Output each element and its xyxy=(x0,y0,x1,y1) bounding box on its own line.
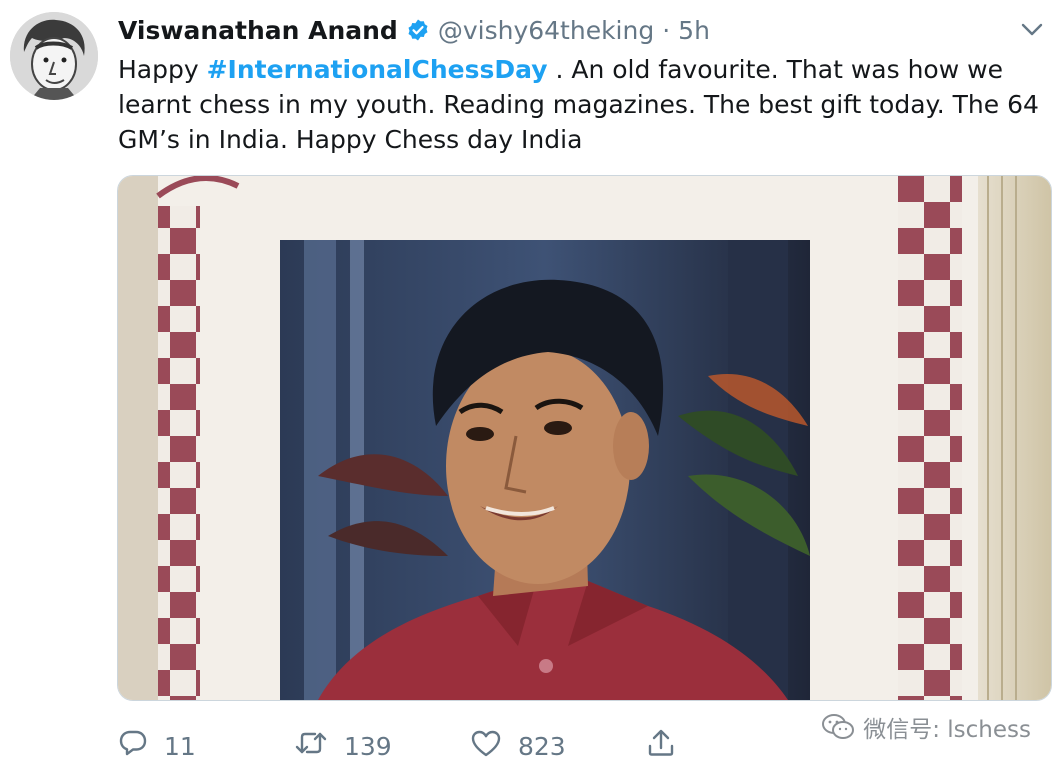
chevron-down-icon[interactable] xyxy=(1017,18,1047,42)
retweet-button[interactable]: 139 xyxy=(294,728,470,764)
like-button[interactable]: 823 xyxy=(470,728,646,764)
reply-icon xyxy=(118,728,148,764)
author-name[interactable]: Viswanathan Anand xyxy=(118,16,398,45)
separator-dot: · xyxy=(662,15,671,45)
watermark-text: 微信号: lschess xyxy=(863,717,1031,743)
tweet-header: Viswanathan Anand @vishy64theking · 5h xyxy=(118,12,710,48)
reply-count: 11 xyxy=(164,731,196,761)
retweet-count: 139 xyxy=(344,731,392,761)
share-button[interactable] xyxy=(646,728,676,764)
avatar[interactable] xyxy=(10,12,98,100)
verified-badge-icon xyxy=(406,18,430,42)
reply-button[interactable]: 11 xyxy=(118,728,294,764)
hashtag-link[interactable]: #InternationalChessDay xyxy=(207,55,548,84)
tweet-photo[interactable] xyxy=(117,175,1052,701)
tweet-text: Happy #InternationalChessDay . An old fa… xyxy=(118,52,1048,157)
tweet-text-before: Happy xyxy=(118,55,207,84)
avatar-caricature xyxy=(10,12,98,100)
wechat-watermark: 微信号: lschess xyxy=(821,710,1031,744)
like-icon xyxy=(470,728,502,764)
author-handle[interactable]: @vishy64theking xyxy=(438,16,654,45)
tweet-actions: 11 139 823 xyxy=(118,726,676,766)
wechat-icon xyxy=(821,713,855,741)
retweet-icon xyxy=(294,728,328,764)
share-icon xyxy=(646,728,676,764)
magazine-photo xyxy=(118,176,1051,700)
tweet-timestamp[interactable]: 5h xyxy=(678,16,710,45)
like-count: 823 xyxy=(518,731,566,761)
